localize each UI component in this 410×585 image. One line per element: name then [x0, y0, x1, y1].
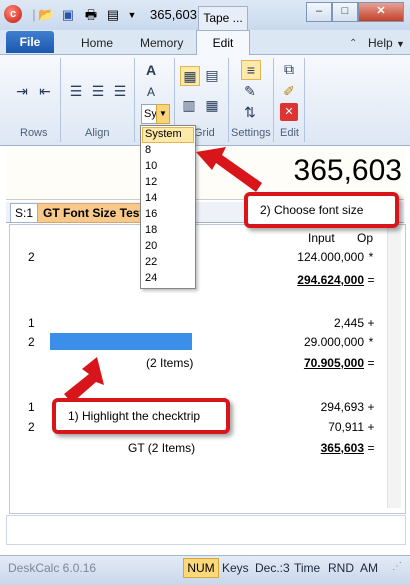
open-folder-icon[interactable]: 📂: [38, 7, 54, 23]
settings-edit-icon[interactable]: ✎: [241, 82, 259, 100]
entry-input[interactable]: [6, 515, 406, 545]
chevron-down-icon: ▼: [396, 39, 405, 49]
align-right-icon[interactable]: ☰: [89, 82, 107, 100]
sheet-index-tab[interactable]: S:1: [10, 203, 38, 223]
group-divider: [273, 58, 274, 142]
grid-cols-icon[interactable]: ▥: [180, 96, 198, 114]
tape-operator: =: [367, 356, 375, 370]
sheet-name-tab[interactable]: GT Font Size Test: [37, 203, 149, 223]
print-icon[interactable]: 🖶: [83, 7, 99, 23]
result-value: 365,603: [293, 154, 402, 187]
tape-operator: +: [367, 420, 375, 434]
status-time[interactable]: Time: [294, 561, 320, 575]
tape-row-label: (2 Items): [146, 356, 194, 370]
column-header-op: Op: [357, 231, 374, 245]
status-am[interactable]: AM: [360, 561, 378, 575]
font-size-option[interactable]: 12: [145, 176, 157, 188]
tape-input-value[interactable]: 70,911: [244, 420, 364, 434]
resize-grip-icon[interactable]: ⋰: [392, 561, 402, 572]
settings-list-icon[interactable]: ≡: [241, 60, 261, 80]
group-label-grid: Grid: [194, 127, 215, 139]
font-size-option[interactable]: 20: [145, 240, 157, 252]
tape-input-value[interactable]: 365,603: [244, 441, 364, 455]
tape-input-value[interactable]: 70.905,000: [244, 356, 364, 370]
vertical-scrollbar[interactable]: [387, 228, 401, 508]
maximize-button[interactable]: □: [332, 2, 358, 22]
help-label: Help: [368, 36, 393, 50]
delete-row-icon[interactable]: ⇤: [36, 82, 54, 100]
tab-file[interactable]: File: [6, 31, 54, 53]
highlighted-checktrip-cell[interactable]: [50, 333, 192, 350]
font-size-option[interactable]: System: [145, 128, 182, 140]
tape-operator: *: [368, 335, 374, 349]
font-size-option[interactable]: 24: [145, 272, 157, 284]
font-size-option[interactable]: 16: [145, 208, 157, 220]
callout-highlight: 1) Highlight the checktrip: [52, 398, 230, 434]
tape-input-value[interactable]: 2,445: [244, 316, 364, 330]
sort-icon[interactable]: ⇅: [241, 103, 259, 121]
group-label-edit: Edit: [280, 127, 299, 139]
clipboard-icon[interactable]: ▤: [105, 7, 121, 23]
status-num[interactable]: NUM: [183, 558, 219, 578]
tab-home[interactable]: Home: [81, 36, 113, 50]
callout-choose-font: 2) Choose font size: [244, 192, 399, 228]
column-header-input: Input: [308, 231, 335, 245]
grid-all-icon[interactable]: ▦: [180, 66, 200, 86]
decrease-font-icon[interactable]: A: [142, 83, 160, 101]
app-icon[interactable]: c: [4, 5, 22, 23]
font-size-option[interactable]: 22: [145, 256, 157, 268]
app-version: DeskCalc 6.0.16: [8, 561, 97, 575]
tape-operator: +: [367, 400, 375, 414]
group-divider: [228, 58, 229, 142]
grid-rows-icon[interactable]: ▤: [203, 66, 221, 84]
close-button[interactable]: ✕: [358, 2, 404, 22]
tape-row-label: GT (2 Items): [128, 441, 196, 455]
tape-operator: =: [367, 273, 375, 287]
window-title-value: 365,603: [150, 7, 197, 22]
tape-line-number: 2: [28, 250, 35, 264]
tape-line-number: 2: [28, 420, 35, 434]
minimize-button[interactable]: –: [306, 2, 332, 22]
align-justify-icon[interactable]: ☰: [111, 82, 129, 100]
group-label-settings: Settings: [231, 127, 271, 139]
tape-input-value[interactable]: 294.624,000: [244, 273, 364, 287]
chevron-down-icon[interactable]: ▼: [156, 104, 170, 124]
font-size-option[interactable]: 10: [145, 160, 157, 172]
tape-operator: *: [368, 250, 374, 264]
group-divider: [134, 58, 135, 142]
group-label-align: Align: [85, 127, 110, 139]
tape-operator: =: [367, 441, 375, 455]
group-label-rows: Rows: [20, 127, 48, 139]
copy-icon[interactable]: ⧉: [280, 60, 298, 78]
ribbon-collapse-icon[interactable]: ⌃: [349, 38, 357, 49]
increase-font-icon[interactable]: A: [142, 61, 160, 79]
tape-input-value[interactable]: 124.000,000: [244, 250, 364, 264]
group-divider: [304, 58, 305, 142]
tab-memory[interactable]: Memory: [140, 36, 183, 50]
save-icon[interactable]: ▣: [60, 7, 76, 23]
status-rnd[interactable]: RND: [328, 561, 354, 575]
font-size-option[interactable]: 18: [145, 224, 157, 236]
help-menu[interactable]: Help ▼: [368, 36, 405, 50]
tape-line-number: 1: [28, 316, 35, 330]
align-left-icon[interactable]: ☰: [67, 82, 85, 100]
font-size-option[interactable]: 14: [145, 192, 157, 204]
status-dec[interactable]: Dec.:3: [255, 561, 290, 575]
tape-line-number: 2: [28, 335, 35, 349]
insert-row-icon[interactable]: ⇥: [13, 82, 31, 100]
tab-edit[interactable]: Edit: [196, 30, 250, 56]
tape-operator: +: [367, 316, 375, 330]
tape-line-number: 1: [28, 400, 35, 414]
status-keys[interactable]: Keys: [222, 561, 249, 575]
tape-context-tab[interactable]: Tape ...: [198, 6, 248, 31]
clear-brush-icon[interactable]: ✐: [280, 82, 298, 100]
group-divider: [60, 58, 61, 142]
grid-cells-icon[interactable]: ▦: [203, 96, 221, 114]
chevron-down-icon[interactable]: ▼: [124, 7, 140, 23]
tape-input-value[interactable]: 29.000,000: [244, 335, 364, 349]
delete-icon[interactable]: ✕: [280, 103, 298, 121]
font-size-option[interactable]: 8: [145, 144, 151, 156]
tape-input-value[interactable]: 294,693: [244, 400, 364, 414]
